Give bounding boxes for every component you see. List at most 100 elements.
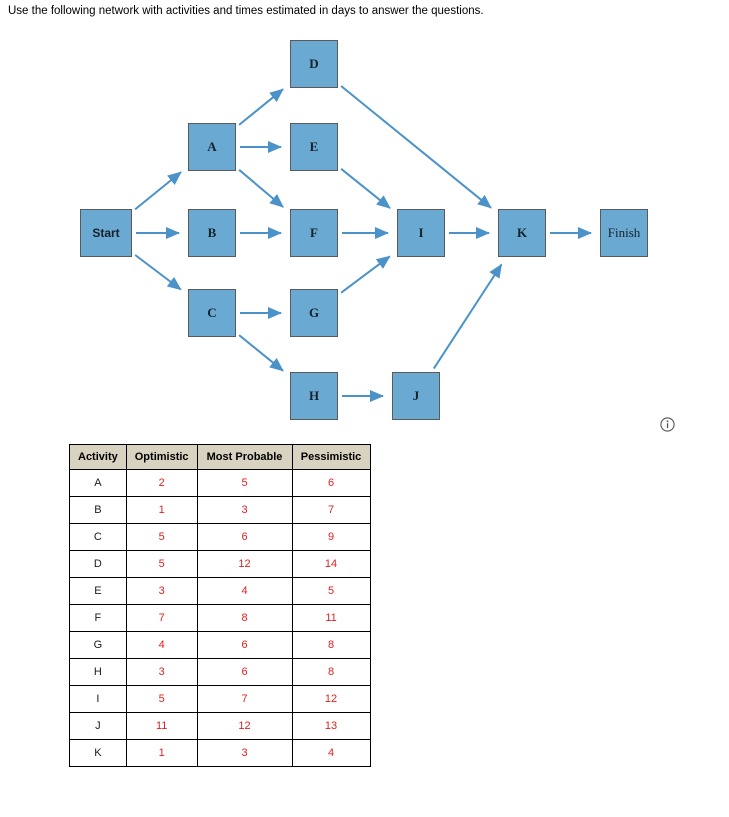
optimistic-value: 7 (125, 604, 198, 632)
activity-value: D (69, 550, 127, 578)
table-row: K134 (69, 739, 371, 767)
table-row: A256 (69, 469, 371, 497)
activity-value: H (69, 658, 127, 686)
pessimistic-value: 7 (291, 496, 371, 524)
node-F: F (290, 209, 338, 257)
edge-start-to-C (134, 254, 182, 291)
node-B: B (188, 209, 236, 257)
node-J: J (392, 372, 440, 420)
pessimistic-value: 8 (291, 631, 371, 659)
node-label: C (207, 305, 217, 320)
estimates-table: Activity Optimistic Most Probable Pessim… (69, 444, 371, 767)
optimistic-value: 5 (125, 523, 198, 551)
node-label: Start (92, 226, 120, 240)
node-start: Start (80, 209, 132, 257)
optimistic-value: 1 (125, 739, 198, 767)
node-label: J (412, 388, 420, 403)
node-K: K (498, 209, 546, 257)
most-probable-value: 6 (196, 631, 293, 659)
optimistic-value: 5 (125, 550, 198, 578)
node-label: E (309, 139, 319, 154)
edge-C-to-H (238, 334, 284, 372)
most-probable-value: 5 (196, 469, 293, 497)
table-row: H368 (69, 658, 371, 686)
node-label: G (308, 305, 320, 320)
most-probable-value: 6 (196, 523, 293, 551)
table-row: D 5 12 14 (69, 550, 371, 578)
edge-D-to-K (340, 85, 492, 209)
most-probable-value: 3 (196, 496, 293, 524)
pessimistic-value: 14 (291, 550, 371, 578)
pessimistic-value: 9 (291, 523, 371, 551)
most-probable-value: 8 (196, 604, 293, 632)
most-probable-value: 6 (196, 658, 293, 686)
most-probable-value: 12 (196, 550, 293, 578)
edge-A-to-D (238, 88, 284, 126)
node-D: D (290, 40, 338, 88)
pessimistic-value: 4 (291, 739, 371, 767)
table-row: I 5 7 12 (69, 685, 371, 713)
activity-value: B (69, 496, 127, 524)
optimistic-value: 3 (125, 577, 198, 605)
node-E: E (290, 123, 338, 171)
table-row: F 7 8 11 (69, 604, 371, 632)
optimistic-value: 3 (125, 658, 198, 686)
header-most-probable: Most Probable (196, 444, 293, 470)
table-row: J 11 12 13 (69, 712, 371, 740)
node-H: H (290, 372, 338, 420)
header-activity: Activity (69, 444, 127, 470)
most-probable-value: 12 (196, 712, 293, 740)
question-prompt: Use the following network with activitie… (8, 5, 484, 17)
header-pessimistic: Pessimistic (291, 444, 371, 470)
activity-value: E (69, 577, 127, 605)
pessimistic-value: 5 (291, 577, 371, 605)
pessimistic-value: 12 (291, 685, 371, 713)
optimistic-value: 4 (125, 631, 198, 659)
node-label: Finish (607, 225, 641, 240)
table-body: A 2 5 6 B 1 3 7 C 5 6 9 D 5 12 14 E 3 4 5 F 7 8 11 G 4 6 8 H 3 6 8 I 5 7 12… (69, 469, 371, 767)
node-A: A (188, 123, 236, 171)
pessimistic-value: 13 (291, 712, 371, 740)
node-label: K (516, 225, 528, 240)
most-probable-value: 7 (196, 685, 293, 713)
node-label: D (309, 56, 319, 71)
most-probable-value: 4 (196, 577, 293, 605)
optimistic-value: 11 (125, 712, 198, 740)
node-I: I (397, 209, 445, 257)
node-label: I (418, 225, 424, 240)
network-diagram: Start A B C D E F G H I J K Finish (0, 26, 700, 426)
edge-J-to-K (432, 263, 503, 370)
table-row: E345 (69, 577, 371, 605)
table-row: G468 (69, 631, 371, 659)
edge-G-to-I (340, 255, 391, 294)
optimistic-value: 1 (125, 496, 198, 524)
activity-value: C (69, 523, 127, 551)
most-probable-value: 3 (196, 739, 293, 767)
node-G: G (290, 289, 338, 337)
info-circle-icon[interactable] (659, 416, 676, 433)
table-row: C569 (69, 523, 371, 551)
edge-start-to-A (134, 171, 182, 211)
node-finish: Finish (600, 209, 648, 257)
activity-value: A (69, 469, 127, 497)
table-header-row: Activity Optimistic Most Probable Pessim… (69, 444, 371, 470)
node-C: C (188, 289, 236, 337)
edge-A-to-F (238, 169, 284, 208)
node-label: H (308, 388, 320, 403)
edge-E-to-I (340, 168, 391, 209)
node-label: F (310, 225, 318, 240)
pessimistic-value: 11 (291, 604, 371, 632)
pessimistic-value: 6 (291, 469, 371, 497)
activity-value: F (69, 604, 127, 632)
activity-value: G (69, 631, 127, 659)
optimistic-value: 5 (125, 685, 198, 713)
activity-value: K (69, 739, 127, 767)
node-label: B (207, 225, 217, 240)
optimistic-value: 2 (125, 469, 198, 497)
table-row: B137 (69, 496, 371, 524)
header-optimistic: Optimistic (125, 444, 198, 470)
node-label: A (207, 139, 217, 154)
pessimistic-value: 8 (291, 658, 371, 686)
activity-value: I (69, 685, 127, 713)
activity-value: J (69, 712, 127, 740)
